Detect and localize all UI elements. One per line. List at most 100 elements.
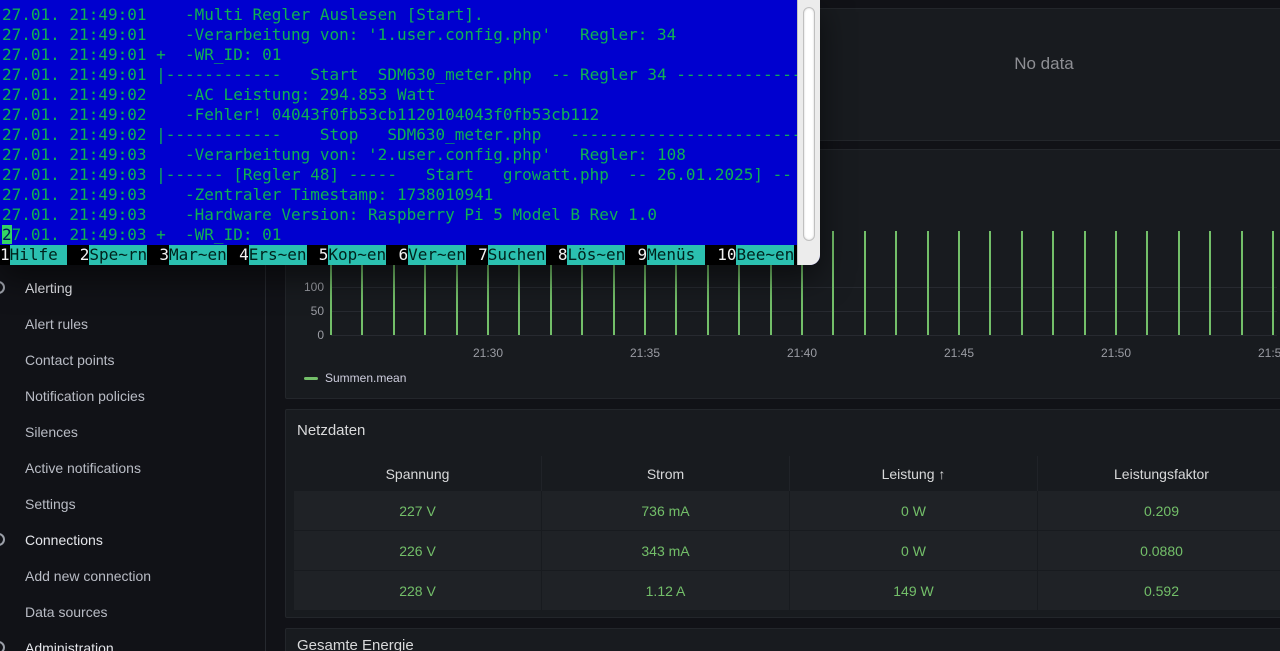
- no-data-text: No data: [807, 54, 1280, 74]
- fkey-label: Lös~en: [567, 245, 625, 265]
- sidebar-item-add-new-connection[interactable]: Add new connection: [0, 558, 264, 594]
- table-cell: 227 V: [294, 491, 542, 531]
- terminal-line: 27.01. 21:49:03 -Hardware Version: Raspb…: [2, 205, 797, 225]
- sidebar-item-label: Notification policies: [25, 388, 145, 404]
- chart-bar: [1084, 231, 1086, 335]
- terminal-line: 27.01. 21:49:01 -Multi Regler Auslesen […: [2, 5, 797, 25]
- terminal-log-lines: 27.01. 21:49:01 -Multi Regler Auslesen […: [2, 5, 797, 245]
- sidebar-item-label: Active notifications: [25, 460, 141, 476]
- fkey-label: Suchen: [488, 245, 546, 265]
- sidebar-item-label: Administration: [25, 640, 114, 651]
- chart-bar: [1272, 231, 1274, 335]
- sidebar-item-connections[interactable]: Connections: [0, 522, 264, 558]
- x-axis-label: 21:35: [625, 346, 665, 360]
- chart-legend[interactable]: Summen.mean: [304, 371, 406, 385]
- plug-icon: [0, 533, 5, 546]
- fkey-label: Hilfe: [10, 245, 68, 265]
- gear-icon: [0, 641, 5, 651]
- terminal-line: 27.01. 21:49:03 |------ [Regler 48] ----…: [2, 165, 797, 185]
- chart-bar: [1115, 231, 1117, 335]
- terminal-line: 27.01. 21:49:01 |------------ Start SDM6…: [2, 65, 797, 85]
- table-cell: 0.209: [1038, 491, 1280, 531]
- fkey-number: 2: [80, 245, 90, 265]
- fkey-9[interactable]: 9Menüs: [638, 245, 718, 265]
- gesamte-energie-panel-title[interactable]: Gesamte Energie: [297, 637, 414, 651]
- sidebar-item-active-notifications[interactable]: Active notifications: [0, 450, 264, 486]
- fkey-number: 4: [239, 245, 249, 265]
- fkey-10[interactable]: 10Bee~en: [717, 245, 797, 265]
- fkey-number: 5: [319, 245, 329, 265]
- panel-no-data: No data: [806, 8, 1280, 141]
- sidebar-item-settings[interactable]: Settings: [0, 486, 264, 522]
- table-header-spannung[interactable]: Spannung: [294, 456, 542, 491]
- fkey-5[interactable]: 5Kop~en: [319, 245, 399, 265]
- y-axis-label: 0: [286, 327, 324, 343]
- sidebar-item-data-sources[interactable]: Data sources: [0, 594, 264, 630]
- fkey-label: Mar~en: [169, 245, 227, 265]
- fkey-number: 9: [638, 245, 648, 265]
- terminal-text-area: 27.01. 21:49:01 -Multi Regler Auslesen […: [0, 0, 797, 265]
- fkey-1[interactable]: 1Hilfe: [0, 245, 80, 265]
- legend-series-label[interactable]: Summen.mean: [325, 371, 406, 385]
- fkey-6[interactable]: 6Ver~en: [398, 245, 478, 265]
- table-cell: 226 V: [294, 531, 542, 571]
- sidebar-item-contact-points[interactable]: Contact points: [0, 342, 264, 378]
- x-axis-label: 21:30: [468, 346, 508, 360]
- sidebar-item-label: Alert rules: [25, 316, 88, 332]
- terminal-line: 27.01. 21:49:03 + -WR_ID: 01: [2, 225, 797, 245]
- fkey-3[interactable]: 3Mar~en: [159, 245, 239, 265]
- table-cell: 0.0880: [1038, 531, 1280, 571]
- fkey-2[interactable]: 2Spe~rn: [80, 245, 160, 265]
- fkey-label: Spe~rn: [89, 245, 147, 265]
- panel-netzdaten: Netzdaten SpannungStromLeistung ↑Leistun…: [285, 409, 1280, 618]
- chart-bar: [927, 231, 929, 335]
- table-cell: 1.12 A: [542, 571, 790, 611]
- table-cell: 0 W: [790, 531, 1038, 571]
- fkey-7[interactable]: 7Suchen: [478, 245, 558, 265]
- terminal-scrollbar-thumb[interactable]: [803, 7, 815, 241]
- table-cell: 0.592: [1038, 571, 1280, 611]
- terminal-line: 27.01. 21:49:03 -Zentraler Timestamp: 17…: [2, 185, 797, 205]
- fkey-number: 3: [159, 245, 169, 265]
- table-cell: 149 W: [790, 571, 1038, 611]
- terminal-line: 27.01. 21:49:03 -Verarbeitung von: '2.us…: [2, 145, 797, 165]
- table-cell: 343 mA: [542, 531, 790, 571]
- table-cell: 228 V: [294, 571, 542, 611]
- sidebar-item-alerting[interactable]: Alerting: [0, 270, 264, 306]
- x-axis-label: 21:55: [1253, 346, 1280, 360]
- table-header-leistung[interactable]: Leistung ↑: [790, 456, 1038, 491]
- sidebar-item-label: Settings: [25, 496, 76, 512]
- x-axis-label: 21:50: [1096, 346, 1136, 360]
- fkey-4[interactable]: 4Ers~en: [239, 245, 319, 265]
- panel-gesamte-energie: Gesamte Energie: [285, 628, 1280, 651]
- x-axis-label: 21:40: [782, 346, 822, 360]
- chart-bar: [1146, 231, 1148, 335]
- sidebar-item-silences[interactable]: Silences: [0, 414, 264, 450]
- fkey-number: 6: [398, 245, 408, 265]
- fkey-8[interactable]: 8Lös~en: [558, 245, 638, 265]
- table-header-strom[interactable]: Strom: [542, 456, 790, 491]
- chart-gridline: [331, 311, 1277, 312]
- chart-bar: [1209, 231, 1211, 335]
- fkey-label: Kop~en: [328, 245, 386, 265]
- y-axis-label: 50: [286, 303, 324, 319]
- fkey-number: 7: [478, 245, 488, 265]
- table-header-leistungsfaktor[interactable]: Leistungsfaktor: [1038, 456, 1280, 491]
- sidebar-item-alert-rules[interactable]: Alert rules: [0, 306, 264, 342]
- fkey-label: Menüs: [647, 245, 705, 265]
- sidebar-item-label: Silences: [25, 424, 78, 440]
- sidebar-item-notification-policies[interactable]: Notification policies: [0, 378, 264, 414]
- chart-bar: [1178, 231, 1180, 335]
- terminal-window[interactable]: 27.01. 21:49:01 -Multi Regler Auslesen […: [0, 0, 820, 265]
- terminal-line: 27.01. 21:49:01 -Verarbeitung von: '1.us…: [2, 25, 797, 45]
- netzdaten-panel-title[interactable]: Netzdaten: [297, 422, 365, 439]
- chart-bar: [1021, 231, 1023, 335]
- terminal-line: 27.01. 21:49:01 + -WR_ID: 01: [2, 45, 797, 65]
- fkey-label: Bee~en: [736, 245, 794, 265]
- fkey-number: 10: [717, 245, 736, 265]
- terminal-scrollbar[interactable]: [797, 0, 820, 265]
- sidebar-item-administration[interactable]: Administration: [0, 630, 264, 651]
- terminal-line: 27.01. 21:49:02 -AC Leistung: 294.853 Wa…: [2, 85, 797, 105]
- chart-bar: [832, 231, 834, 335]
- chart-gridline: [331, 335, 1277, 336]
